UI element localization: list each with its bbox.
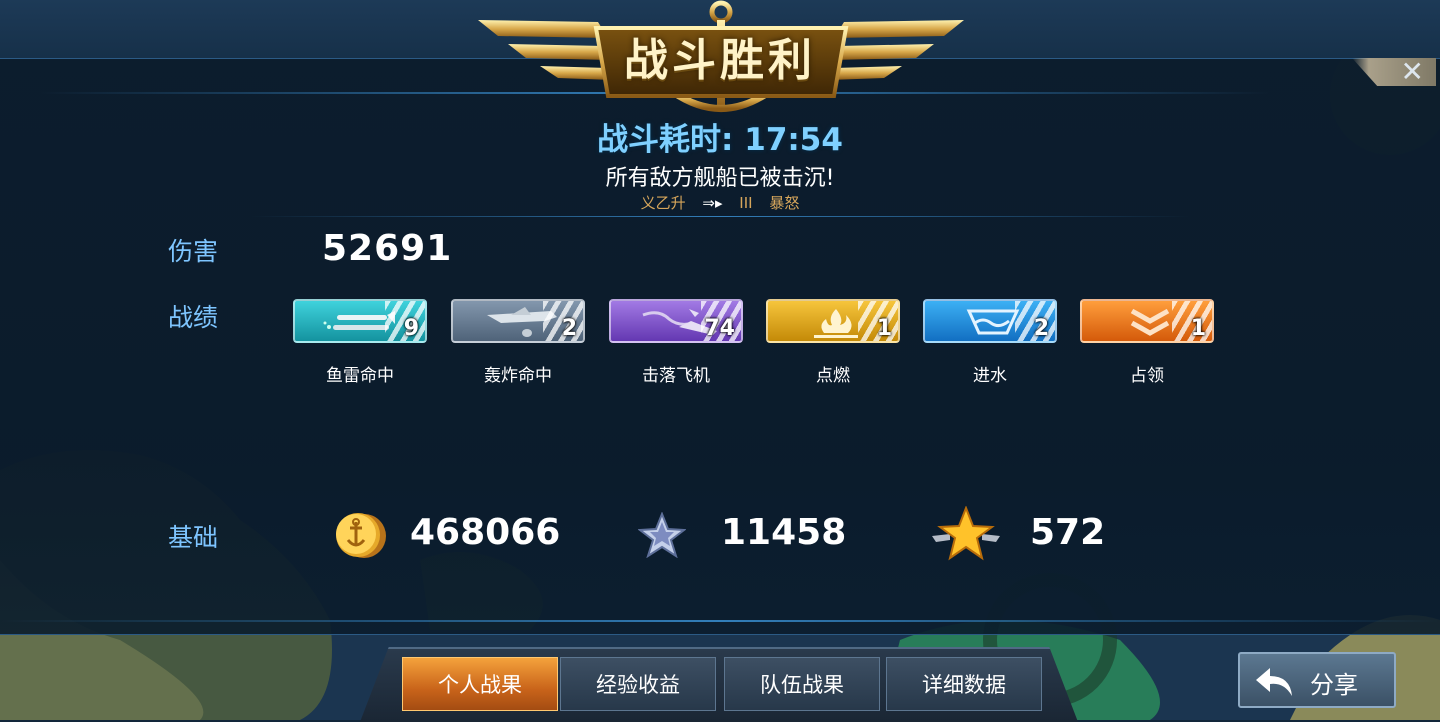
base-label: 基础 xyxy=(168,523,219,552)
gold-coin-icon xyxy=(336,513,386,558)
share-button[interactable]: 分享 xyxy=(1238,652,1396,708)
torpedo-hit-label: 鱼雷命中 xyxy=(326,366,394,386)
divider-header xyxy=(250,216,1190,217)
divider-bottom xyxy=(0,620,1440,622)
tab-detailed-data[interactable]: 详细数据 xyxy=(886,657,1042,711)
rank-change-line: 义乙升 ⇒▸ III 暴怒 xyxy=(540,192,900,213)
planes-shot-down-label: 击落飞机 xyxy=(642,366,710,386)
share-label: 分享 xyxy=(1310,671,1358,699)
capture-label: 占领 xyxy=(1130,366,1164,386)
rank-to: 暴怒 xyxy=(769,194,800,212)
tab-exp-gain[interactable]: 经验收益 xyxy=(560,657,716,711)
flooding-label: 进水 xyxy=(973,366,1007,386)
battle-duration: 战斗耗时: 17:54 xyxy=(597,122,843,158)
damage-label: 伤害 xyxy=(168,237,219,266)
victory-title: 战斗胜利 xyxy=(624,35,816,86)
ignite-label: 点燃 xyxy=(816,366,850,386)
rank-level: III xyxy=(739,194,753,212)
rank-star-icon xyxy=(932,506,1000,561)
tab-personal-results[interactable]: 个人战果 xyxy=(402,657,558,711)
rank-from: 义乙升 xyxy=(640,194,686,212)
exp-star-icon xyxy=(638,512,686,558)
badge-bomb-hit[interactable]: 2 xyxy=(451,299,585,343)
capture-count: 1 xyxy=(1190,316,1206,341)
close-icon: ✕ xyxy=(1400,55,1424,88)
share-arrow-icon xyxy=(1256,668,1292,696)
tab-team-results[interactable]: 队伍战果 xyxy=(724,657,880,711)
record-label: 战绩 xyxy=(168,303,219,332)
badge-capture[interactable]: 1 xyxy=(1080,299,1214,343)
arrow-right-icon: ⇒▸ xyxy=(702,194,723,212)
badge-planes-shot-down[interactable]: 74 xyxy=(609,299,743,343)
badge-ignite[interactable]: 1 xyxy=(766,299,900,343)
badge-torpedo-hit[interactable]: 9 xyxy=(293,299,427,343)
battle-result-message: 所有敌方舰船已被击沉! xyxy=(605,166,835,191)
badge-flooding[interactable]: 2 xyxy=(923,299,1057,343)
rank-points-value: 572 xyxy=(1030,512,1106,553)
bomb-hit-label: 轰炸命中 xyxy=(484,366,552,386)
torpedo-hit-count: 9 xyxy=(403,316,419,341)
flooding-count: 2 xyxy=(1033,316,1049,341)
ignite-count: 1 xyxy=(876,316,892,341)
bomb-hit-count: 2 xyxy=(561,316,577,341)
planes-shot-down-count: 74 xyxy=(704,316,735,341)
exp-value: 11458 xyxy=(721,512,847,553)
damage-value: 52691 xyxy=(322,228,453,269)
coin-value: 468066 xyxy=(410,512,561,553)
